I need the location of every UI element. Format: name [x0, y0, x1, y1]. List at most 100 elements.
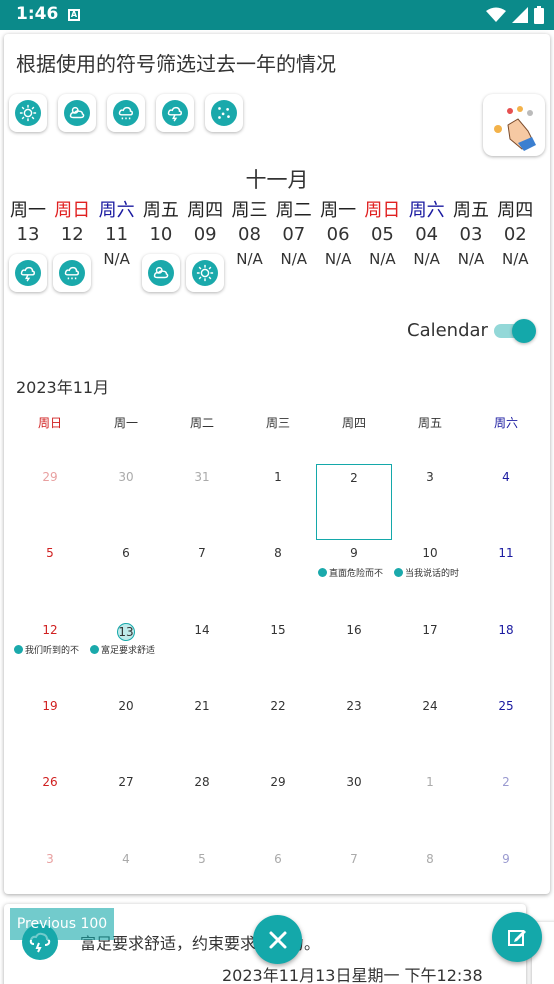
weekday-label: 周二	[275, 200, 312, 221]
symbol-filter-thunderstorm[interactable]	[156, 94, 194, 132]
event-weather-icon	[394, 568, 403, 578]
calendar-weekday-header: 周二	[189, 416, 214, 430]
calendar-day-cell[interactable]: 4	[468, 464, 544, 540]
not-available-label: N/A	[236, 250, 263, 268]
calendar-day-cell[interactable]: 5	[12, 540, 88, 616]
calendar-day-number: 9	[350, 546, 358, 561]
calendar-day-cell[interactable]: 26	[12, 769, 88, 845]
calendar-day-cell[interactable]: 2	[468, 769, 544, 845]
week-day-column[interactable]: 周一 06 N/A	[316, 196, 360, 268]
calendar-day-cell[interactable]: 8	[240, 540, 316, 616]
week-day-column[interactable]: 周五 03 N/A	[449, 196, 493, 268]
symbol-filter-partly-cloudy[interactable]	[58, 94, 96, 132]
calendar-day-cell[interactable]: 3	[392, 464, 468, 540]
calendar-day-number: 12	[42, 622, 58, 637]
week-day-column[interactable]: 周三 08 N/A	[228, 196, 272, 268]
calendar-day-cell[interactable]: 23	[316, 693, 392, 769]
calendar-day-number: 6	[122, 546, 130, 561]
event-weather-icon	[90, 644, 99, 654]
tap-hint-button[interactable]	[483, 94, 545, 156]
calendar-day-cell[interactable]: 29	[240, 769, 316, 845]
page-title: 根据使用的符号筛选过去一年的情况	[16, 52, 336, 76]
calendar-day-cell[interactable]: 12 我们听到的不	[12, 617, 88, 693]
calendar-day-cell[interactable]: 7	[164, 540, 240, 616]
calendar-weekday-header: 周五	[417, 416, 442, 430]
week-day-column[interactable]: 周六 04 N/A	[405, 196, 449, 268]
calendar-day-cell[interactable]: 17	[392, 617, 468, 693]
week-day-column[interactable]: 周六 11 N/A	[95, 196, 139, 268]
day-number: 11	[105, 224, 129, 245]
calendar-day-cell[interactable]: 11	[468, 540, 544, 616]
day-weather-badge	[53, 254, 92, 292]
week-day-column[interactable]: 周日 05 N/A	[360, 196, 404, 268]
week-day-column[interactable]: 周一 13	[6, 196, 50, 292]
not-available-label: N/A	[413, 250, 440, 268]
not-available-label: N/A	[280, 250, 308, 268]
weekday-label: 周六	[98, 200, 135, 221]
weekday-label: 周日	[54, 200, 91, 221]
calendar-toggle-switch[interactable]	[494, 319, 536, 343]
calendar-day-cell[interactable]: 25	[468, 693, 544, 769]
calendar-day-cell[interactable]: 24	[392, 693, 468, 769]
calendar-day-number: 30	[118, 470, 134, 484]
calendar-day-number: 15	[270, 622, 286, 637]
week-day-column[interactable]: 周二 07 N/A	[272, 196, 316, 268]
calendar-day-cell[interactable]: 2	[316, 464, 392, 540]
not-available-label: N/A	[103, 250, 130, 268]
calendar-day-cell[interactable]: 1	[392, 769, 468, 845]
symbol-filter-rain[interactable]	[107, 94, 145, 132]
calendar-day-cell[interactable]: 30	[316, 769, 392, 845]
calendar-event[interactable]: 富足要求舒适	[90, 643, 162, 656]
symbol-filter-sunny[interactable]	[9, 94, 47, 132]
calendar-day-cell[interactable]: 14	[164, 617, 240, 693]
calendar-day-cell[interactable]: 31	[164, 464, 240, 540]
calendar-day-cell[interactable]: 6	[88, 540, 164, 616]
edit-button[interactable]	[492, 912, 542, 962]
calendar-day-cell[interactable]: 27	[88, 769, 164, 845]
rain-icon	[113, 100, 139, 126]
calendar-day-cell[interactable]: 15	[240, 617, 316, 693]
calendar-day-cell[interactable]: 29	[12, 464, 88, 540]
calendar-day-cell[interactable]: 10 当我说话的时	[392, 540, 468, 616]
calendar-event[interactable]: 当我说话的时	[394, 566, 466, 579]
close-button[interactable]	[253, 915, 302, 964]
calendar-day-cell[interactable]: 22	[240, 693, 316, 769]
calendar-day-cell[interactable]: 21	[164, 693, 240, 769]
calendar-day-cell[interactable]: 13 富足要求舒适	[88, 617, 164, 693]
calendar-day-cell[interactable]: 19	[12, 693, 88, 769]
calendar-day-number: 4	[502, 470, 510, 484]
day-weather-badge	[9, 254, 47, 292]
day-number: 04	[415, 224, 439, 245]
previous-button[interactable]: Previous 100	[10, 908, 114, 940]
calendar-weekday-header: 周一	[113, 416, 138, 430]
sunny-icon	[15, 100, 41, 126]
calendar-day-number: 1	[426, 775, 434, 790]
calendar-day-number: 13	[88, 622, 164, 641]
calendar-day-cell[interactable]: 1	[240, 464, 316, 540]
symbol-filter-row	[9, 94, 243, 132]
wifi-icon	[486, 7, 506, 22]
calendar-event[interactable]: 我们听到的不	[14, 643, 86, 656]
not-available-label: N/A	[457, 250, 485, 268]
calendar-day-cell[interactable]: 20	[88, 693, 164, 769]
calendar-day-number: 2	[350, 471, 358, 485]
week-day-column[interactable]: 周四 09	[183, 196, 227, 292]
calendar-day-number: 7	[198, 546, 206, 561]
calendar-day-cell[interactable]: 30	[88, 464, 164, 540]
calendar-day-cell[interactable]: 28	[164, 769, 240, 845]
symbol-filter-snow[interactable]	[205, 94, 243, 132]
calendar-weekday-header: 周四	[341, 416, 366, 430]
calendar-day-cell[interactable]: 9 直面危险而不	[316, 540, 392, 616]
calendar-day-cell[interactable]: 18	[468, 617, 544, 693]
calendar-day-number: 10	[422, 546, 438, 561]
week-day-column[interactable]: 周四 02 N/A	[493, 196, 537, 268]
week-day-column[interactable]: 周日 12	[50, 196, 94, 292]
calendar-event[interactable]: 直面危险而不	[318, 566, 390, 579]
week-day-column[interactable]: 周五 10	[139, 196, 183, 292]
calendar-day-cell[interactable]: 16	[316, 617, 392, 693]
switch-thumb	[512, 319, 536, 343]
calendar-day-number: 3	[46, 851, 54, 866]
calendar-day-number: 17	[422, 622, 438, 637]
month-label: 十一月	[245, 168, 309, 192]
calendar-day-number: 26	[42, 775, 58, 790]
